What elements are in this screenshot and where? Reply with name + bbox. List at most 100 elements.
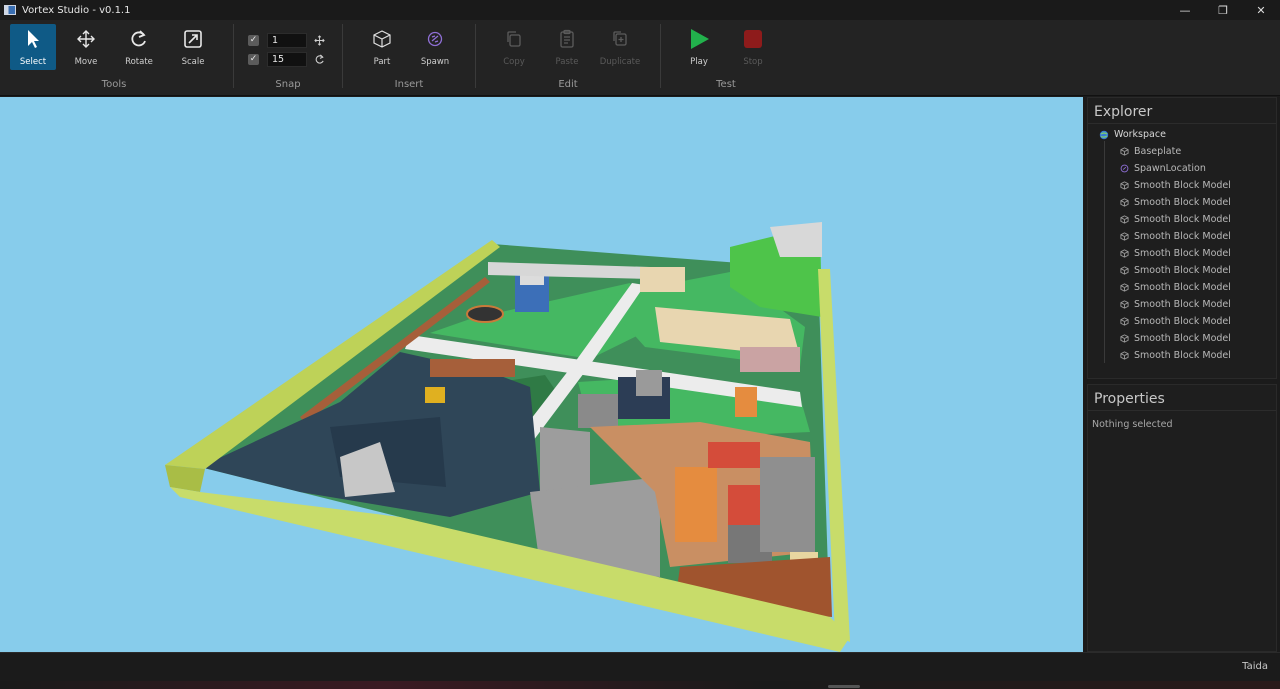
duplicate-button[interactable]: Duplicate	[597, 24, 643, 70]
tree-item-model[interactable]: Smooth Block Model	[1088, 245, 1276, 262]
explorer-panel: Explorer Workspace Baseplate SpawnLocati…	[1087, 97, 1277, 379]
insert-spawn-button[interactable]: Spawn	[412, 24, 458, 70]
model-icon	[1119, 334, 1129, 344]
gray-lot-north	[540, 427, 590, 492]
tree-item-baseplate[interactable]: Baseplate	[1088, 143, 1276, 160]
cube-icon	[370, 27, 394, 51]
ribbon-divider	[342, 24, 343, 88]
cursor-icon	[21, 27, 45, 51]
tree-item-model[interactable]: Smooth Block Model	[1088, 296, 1276, 313]
tree-item-label: Smooth Block Model	[1134, 299, 1231, 310]
tree-item-model[interactable]: Smooth Block Model	[1088, 228, 1276, 245]
test-group-label: Test	[716, 79, 736, 90]
globe-icon	[1099, 130, 1109, 140]
tools-group: Select Move Rotate Scale Tools	[0, 20, 228, 96]
status-username: Taida	[1242, 661, 1268, 672]
copy-button[interactable]: Copy	[491, 24, 537, 70]
tree-item-model[interactable]: Smooth Block Model	[1088, 347, 1276, 364]
orange-building	[675, 467, 717, 542]
move-snap-checkbox[interactable]: ✓	[248, 34, 259, 46]
tools-group-label: Tools	[101, 79, 127, 90]
title-bar: Vortex Studio - v0.1.1 — ❐ ✕	[0, 0, 1280, 20]
rotate-snap-checkbox[interactable]: ✓	[248, 53, 259, 65]
maximize-button[interactable]: ❐	[1204, 0, 1242, 20]
tree-guide-line	[1104, 141, 1105, 363]
explorer-title: Explorer	[1088, 98, 1276, 124]
spawn-icon	[1119, 164, 1129, 174]
copy-icon	[502, 27, 526, 51]
tree-item-spawnlocation[interactable]: SpawnLocation	[1088, 160, 1276, 177]
rotate-snap-row: ✓	[248, 51, 325, 67]
move-snap-icon	[313, 34, 325, 46]
edit-group: Copy Paste Duplicate Edit	[478, 20, 658, 96]
copy-label: Copy	[503, 57, 525, 67]
duplicate-label: Duplicate	[599, 57, 641, 67]
minimize-button[interactable]: —	[1166, 0, 1204, 20]
scale-tool-button[interactable]: Scale	[170, 24, 216, 70]
duplicate-icon	[608, 27, 632, 51]
insert-spawn-label: Spawn	[420, 57, 450, 67]
move-snap-input[interactable]	[267, 32, 307, 48]
pink-block	[740, 347, 800, 372]
center-building-tower	[636, 370, 662, 396]
tree-item-label: Workspace	[1114, 129, 1166, 140]
insert-part-label: Part	[373, 57, 391, 67]
model-icon	[1119, 249, 1129, 259]
model-icon	[1119, 300, 1129, 310]
tower-roof	[520, 275, 544, 285]
tree-item-label: Smooth Block Model	[1134, 248, 1231, 259]
tree-item-label: Smooth Block Model	[1134, 265, 1231, 276]
model-icon	[1119, 266, 1129, 276]
scene-render	[165, 222, 850, 652]
window-controls: — ❐ ✕	[1166, 0, 1280, 20]
app-window: Vortex Studio - v0.1.1 — ❐ ✕ Select Move	[0, 0, 1280, 689]
brown-walkway	[430, 359, 515, 377]
properties-panel: Properties Nothing selected	[1087, 384, 1277, 652]
tree-item-label: Smooth Block Model	[1134, 214, 1231, 225]
rotate-icon	[127, 27, 151, 51]
tree-item-model[interactable]: Smooth Block Model	[1088, 279, 1276, 296]
clipboard-icon	[555, 27, 579, 51]
tree-item-model[interactable]: Smooth Block Model	[1088, 194, 1276, 211]
taskbar-handle	[828, 685, 860, 688]
edit-group-label: Edit	[558, 79, 578, 90]
properties-empty-message: Nothing selected	[1092, 419, 1173, 430]
select-tool-button[interactable]: Select	[10, 24, 56, 70]
tree-item-model[interactable]: Smooth Block Model	[1088, 313, 1276, 330]
3d-viewport[interactable]	[0, 97, 1083, 652]
tree-item-model[interactable]: Smooth Block Model	[1088, 262, 1276, 279]
tree-item-label: Smooth Block Model	[1134, 231, 1231, 242]
select-tool-label: Select	[19, 57, 47, 67]
tree-item-label: Smooth Block Model	[1134, 350, 1231, 361]
paste-button[interactable]: Paste	[544, 24, 590, 70]
tree-item-label: Baseplate	[1134, 146, 1182, 157]
ribbon-divider	[233, 24, 234, 88]
orange-tower	[735, 387, 757, 417]
tree-item-label: Smooth Block Model	[1134, 316, 1231, 327]
tree-item-label: Smooth Block Model	[1134, 180, 1231, 191]
tree-item-model[interactable]: Smooth Block Model	[1088, 211, 1276, 228]
model-icon	[1119, 198, 1129, 208]
scale-icon	[181, 27, 205, 51]
model-icon	[1119, 232, 1129, 242]
play-icon	[687, 27, 711, 51]
tree-item-label: Smooth Block Model	[1134, 197, 1231, 208]
status-bar: Taida	[0, 652, 1280, 681]
tree-item-model[interactable]: Smooth Block Model	[1088, 177, 1276, 194]
insert-group-label: Insert	[394, 79, 424, 90]
os-taskbar-edge	[0, 681, 1280, 689]
gray-block-west	[578, 394, 618, 428]
close-button[interactable]: ✕	[1242, 0, 1280, 20]
stop-button[interactable]: Stop	[730, 24, 776, 70]
tree-item-model[interactable]: Smooth Block Model	[1088, 330, 1276, 347]
insert-part-button[interactable]: Part	[359, 24, 405, 70]
rotate-tool-button[interactable]: Rotate	[116, 24, 162, 70]
play-button[interactable]: Play	[676, 24, 722, 70]
rotate-snap-input[interactable]	[267, 51, 307, 67]
tree-item-workspace[interactable]: Workspace	[1088, 126, 1276, 143]
red-roof-building	[708, 442, 760, 468]
part-icon	[1119, 147, 1129, 157]
rotate-snap-icon	[313, 53, 325, 65]
move-tool-button[interactable]: Move	[63, 24, 109, 70]
rotate-tool-label: Rotate	[125, 57, 153, 67]
